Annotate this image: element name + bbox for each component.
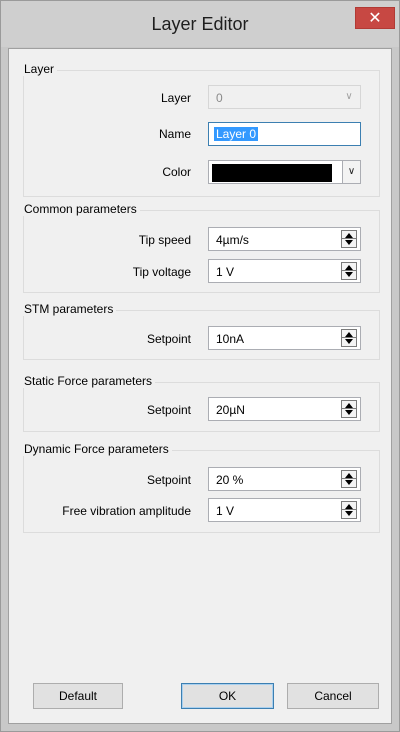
spinner-icon[interactable] [341,470,357,488]
static-force-parameters-title: Static Force parameters [21,374,156,388]
static-force-setpoint-spinbox[interactable]: 20µN [208,397,361,421]
layer-editor-window: Layer Editor ✕ Layer Layer 0 ∨ Name Laye… [0,0,400,732]
layer-label: Layer [160,91,191,105]
window-title: Layer Editor [151,14,249,34]
chevron-down-icon[interactable]: ∨ [342,161,360,183]
tip-speed-value: 4µm/s [216,233,249,247]
spinner-icon[interactable] [341,262,357,280]
stm-setpoint-value: 10nA [216,332,245,346]
dynamic-force-setpoint-label: Setpoint [146,473,191,487]
stm-setpoint-label: Setpoint [146,332,191,346]
free-vibration-amplitude-value: 1 V [216,504,235,518]
layer-value: 0 [216,91,223,105]
color-picker[interactable]: ∨ [208,160,361,184]
spinner-icon[interactable] [341,501,357,519]
ok-button[interactable]: OK [181,683,274,709]
name-value: Layer 0 [214,127,259,141]
cancel-button[interactable]: Cancel [287,683,379,709]
default-button[interactable]: Default [33,683,123,709]
static-force-setpoint-label: Setpoint [146,403,191,417]
close-icon: ✕ [368,10,382,27]
spinner-icon[interactable] [341,400,357,418]
color-label: Color [162,165,191,179]
common-parameters-title: Common parameters [21,202,140,216]
dynamic-force-setpoint-value: 20 % [216,473,244,487]
tip-speed-spinbox[interactable]: 4µm/s [208,227,361,251]
free-vibration-amplitude-spinbox[interactable]: 1 V [208,498,361,522]
tip-voltage-label: Tip voltage [132,265,191,279]
tip-voltage-value: 1 V [216,265,235,279]
stm-parameters-title: STM parameters [21,302,117,316]
chevron-down-icon: ∨ [345,91,353,102]
tip-speed-label: Tip speed [138,233,191,247]
dynamic-force-parameters-title: Dynamic Force parameters [21,442,172,456]
name-label: Name [158,127,191,141]
color-swatch [212,164,332,182]
tip-voltage-spinbox[interactable]: 1 V [208,259,361,283]
spinner-icon[interactable] [341,329,357,347]
dynamic-force-setpoint-spinbox[interactable]: 20 % [208,467,361,491]
layer-select: 0 ∨ [208,85,361,109]
close-button[interactable]: ✕ [355,7,395,29]
spinner-icon[interactable] [341,230,357,248]
stm-setpoint-spinbox[interactable]: 10nA [208,326,361,350]
layer-group-title: Layer [21,62,58,76]
static-force-setpoint-value: 20µN [216,403,245,417]
name-input[interactable]: Layer 0 [208,122,361,146]
free-vibration-amplitude-label: Free vibration amplitude [62,504,191,518]
title-bar[interactable]: Layer Editor ✕ [1,1,399,47]
